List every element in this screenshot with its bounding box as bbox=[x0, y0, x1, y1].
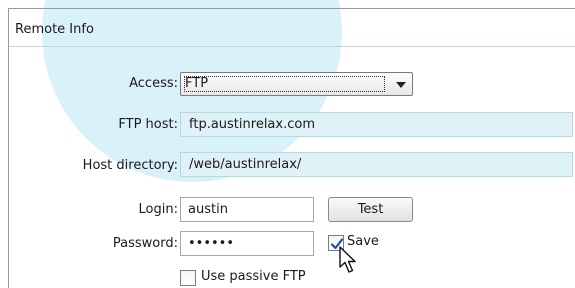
host-directory-field[interactable]: /web/austinrelax/ bbox=[180, 152, 573, 177]
chevron-down-icon bbox=[396, 82, 406, 88]
mouse-pointer-icon bbox=[339, 246, 356, 273]
test-button[interactable]: Test bbox=[328, 197, 413, 222]
passive-ftp-checkbox-label[interactable]: Use passive FTP bbox=[201, 269, 306, 284]
passive-ftp-checkbox[interactable] bbox=[180, 270, 196, 286]
password-label: Password: bbox=[112, 236, 178, 251]
access-selected-value: FTP bbox=[185, 76, 209, 91]
access-label: Access: bbox=[129, 76, 178, 91]
login-label: Login: bbox=[138, 202, 178, 217]
host-directory-label: Host directory: bbox=[82, 158, 178, 173]
ftp-host-label: FTP host: bbox=[118, 117, 178, 132]
ftp-host-field[interactable]: ftp.austinrelax.com bbox=[180, 112, 573, 137]
password-input[interactable]: •••••• bbox=[180, 231, 314, 256]
title-divider bbox=[9, 46, 575, 47]
remote-info-dialog: Remote Info Access: FTP FTP host: ftp.au… bbox=[0, 0, 575, 288]
access-dropdown[interactable]: FTP bbox=[180, 72, 413, 96]
login-input[interactable]: austin bbox=[180, 197, 314, 222]
focus-ring bbox=[184, 76, 385, 92]
panel-title: Remote Info bbox=[15, 22, 94, 37]
